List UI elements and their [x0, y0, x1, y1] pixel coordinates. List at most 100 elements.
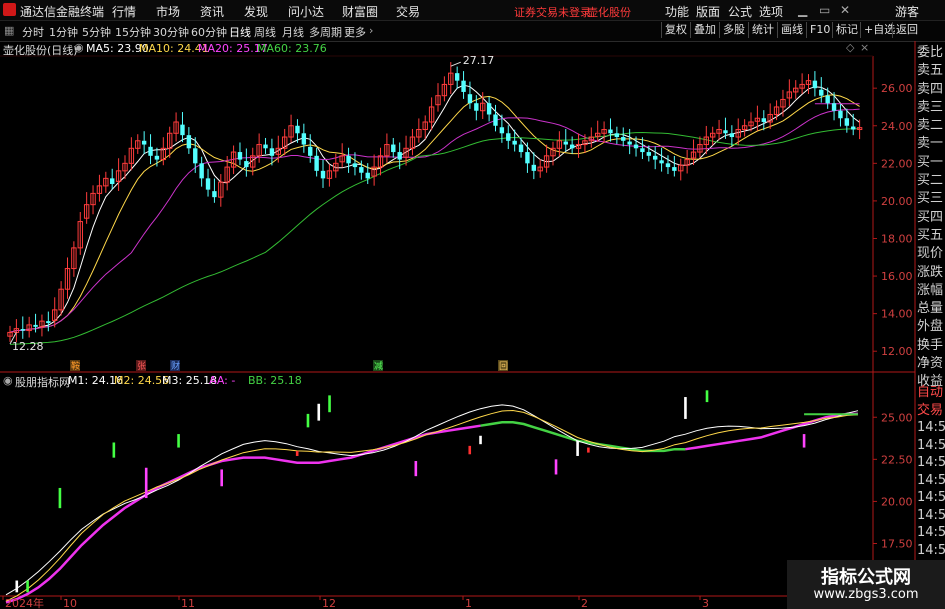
- signal-bar: [220, 469, 223, 487]
- indicator-settings-icon[interactable]: ◉: [3, 374, 13, 387]
- date-x-axis: 2024年 10 11 12 1 2 3: [2, 596, 709, 609]
- candle-body: [812, 80, 818, 89]
- signal-bar: [112, 442, 116, 458]
- side-item: 买五: [917, 227, 944, 243]
- side-item: 卖二: [917, 118, 944, 134]
- candle-body: [454, 73, 460, 81]
- candle-body: [467, 94, 473, 104]
- candle-body: [237, 152, 243, 160]
- candle-body: [244, 161, 249, 168]
- bb-label: BB: 25.18: [248, 374, 302, 387]
- candle-body: [819, 89, 824, 96]
- candle-body: [614, 133, 620, 138]
- candle-body: [652, 155, 658, 160]
- candle-body: [646, 152, 652, 156]
- event-mark: 张: [137, 361, 146, 372]
- high-label: 27.17: [463, 54, 495, 67]
- m2-label: M2: 24.56: [114, 374, 170, 387]
- y-tick-label: 24.00: [881, 120, 913, 133]
- y-tick-label: 20.00: [881, 495, 913, 508]
- candle-body: [633, 144, 639, 149]
- m3-line: [480, 421, 686, 453]
- candle-body: [627, 141, 632, 145]
- low-label: 12.28: [12, 340, 44, 353]
- y-tick-label: 17.50: [881, 538, 913, 551]
- candle-body: [33, 324, 38, 327]
- settings-icon[interactable]: ◉: [74, 41, 84, 54]
- indicator-lines: [5, 404, 859, 604]
- y-tick-label: 25.00: [881, 411, 913, 424]
- side-item-time: 14:54: [917, 437, 945, 453]
- candle-body: [723, 130, 728, 134]
- side-item: 涨跌: [917, 264, 944, 280]
- side-item-time: 14:55: [917, 507, 945, 523]
- y-tick-label: 16.00: [881, 270, 913, 283]
- side-item: 总量: [917, 301, 944, 317]
- indicator-bars: [15, 390, 806, 593]
- candle-body: [180, 124, 185, 136]
- candle-body: [212, 191, 217, 198]
- price-annotations: 27.17 12.28: [9, 54, 495, 353]
- ma60-line: [9, 128, 860, 345]
- candle-body: [352, 163, 358, 168]
- candle-body: [110, 178, 115, 184]
- candle-body: [320, 170, 326, 179]
- candles: [7, 62, 863, 343]
- candle-body: [269, 148, 275, 156]
- candle-body: [474, 103, 479, 111]
- candle-body: [621, 137, 626, 141]
- ma-lines: [9, 84, 860, 345]
- candle-body: [531, 164, 537, 171]
- chart-canvas[interactable]: 26.00 24.00 22.00 20.00 18.00 16.00 14.00 12.00…: [0, 0, 945, 609]
- signal-bar: [58, 487, 62, 509]
- signal-bar: [802, 434, 806, 448]
- signal-bar: [144, 467, 148, 499]
- price-y-axis: 26.00 24.00 22.00 20.00 18.00 16.00 14.00 12.00: [873, 82, 913, 358]
- candle-body: [844, 118, 850, 126]
- side-item-time: 14:54: [917, 455, 945, 470]
- candle-body: [141, 140, 147, 145]
- candle-body: [825, 95, 830, 104]
- close-panel-icon[interactable]: ×: [860, 41, 869, 54]
- watermark: 指标公式网 www.zbgs3.com: [787, 560, 945, 609]
- x-tick-label: 2: [581, 597, 588, 609]
- high-pointer: [450, 61, 461, 67]
- ma60-label: MA60: 23.76: [257, 42, 327, 55]
- candle-body: [761, 118, 766, 122]
- signal-bar: [306, 413, 310, 428]
- candle-body: [193, 148, 198, 164]
- signal-bar: [587, 447, 590, 453]
- candle-body: [569, 144, 575, 149]
- side-item-time: 14:56: [917, 525, 945, 540]
- candle-body: [186, 135, 192, 149]
- side-item: 卖四: [917, 81, 944, 97]
- candle-body: [314, 155, 319, 171]
- candle-body: [46, 321, 51, 324]
- candle-body: [499, 127, 505, 134]
- candle-body: [525, 152, 530, 164]
- candle-body: [563, 141, 568, 145]
- side-item: 买三: [917, 191, 944, 207]
- candle-body: [506, 133, 511, 141]
- side-item: 涨幅: [917, 282, 944, 298]
- side-item: 委比: [917, 45, 944, 60]
- candle-body: [308, 146, 313, 156]
- side-item-time[interactable]: 自动: [917, 384, 945, 402]
- diamond-icon[interactable]: ◇: [846, 41, 854, 54]
- side-item: 净资: [917, 356, 944, 372]
- event-mark: 财: [171, 360, 180, 372]
- candle-body: [391, 144, 396, 153]
- candle-body: [838, 110, 843, 119]
- chart-grid: [0, 41, 916, 609]
- candle-body: [665, 163, 671, 168]
- side-item-time: 14:56: [917, 542, 945, 558]
- candle-body: [518, 144, 524, 153]
- candle-body: [154, 155, 160, 160]
- signal-bar: [328, 395, 331, 413]
- candle-body: [365, 172, 370, 179]
- side-item: 外盘: [917, 319, 944, 335]
- y-tick-label: 22.00: [881, 157, 913, 170]
- signal-bar: [705, 390, 709, 403]
- candle-body: [659, 160, 664, 164]
- signal-bar: [177, 434, 180, 448]
